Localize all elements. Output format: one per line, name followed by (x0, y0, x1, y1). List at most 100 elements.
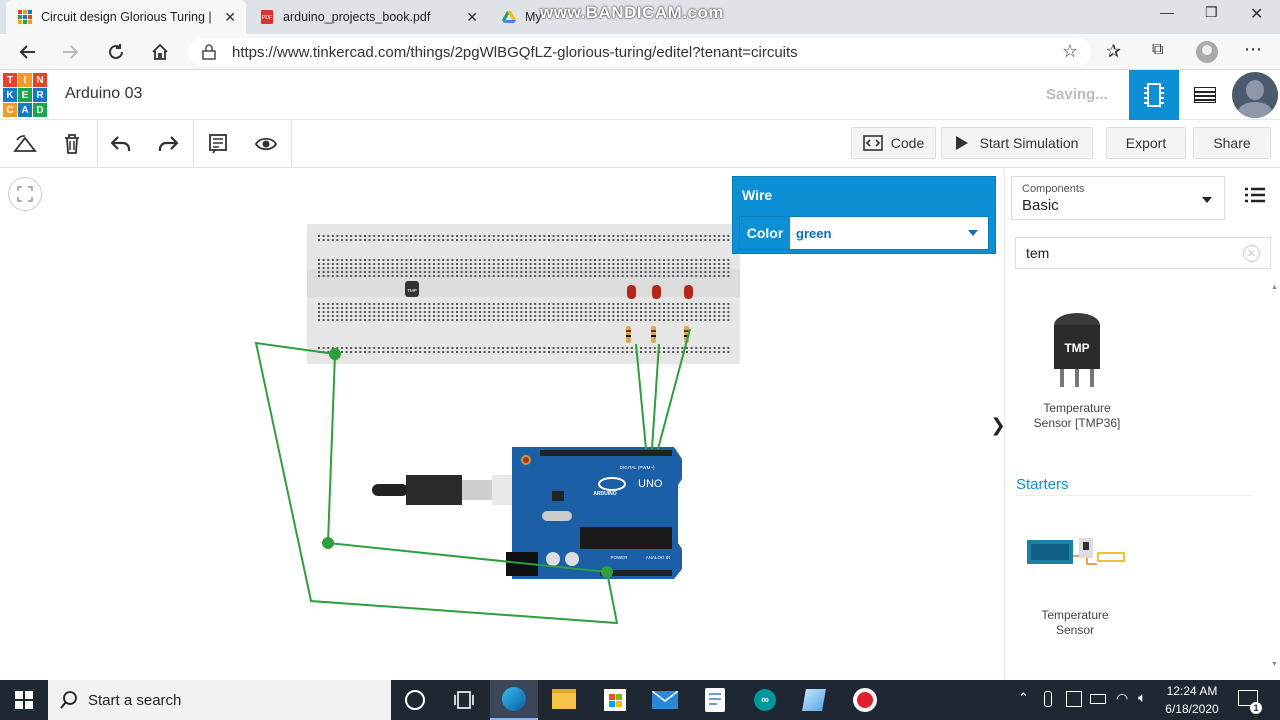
chevron-down-icon (1202, 197, 1212, 203)
wire-inspector-title: Wire (742, 187, 773, 203)
export-label: Export (1125, 135, 1167, 151)
resistor-1[interactable] (626, 326, 631, 343)
minimize-icon[interactable]: — (1160, 4, 1174, 20)
notes-icon[interactable] (205, 132, 231, 156)
notepad-icon[interactable] (705, 688, 725, 712)
tab-close-icon[interactable]: ✕ (224, 9, 236, 26)
profile-avatar[interactable] (1196, 41, 1218, 63)
more-icon[interactable]: ⋯ (1244, 39, 1262, 60)
tmp36-chip-label: TMP (1064, 341, 1090, 355)
visibility-icon[interactable] (253, 132, 279, 156)
user-avatar[interactable] (1232, 72, 1278, 118)
led-1[interactable] (627, 285, 636, 299)
wire-inspector-panel: Wire Color green (732, 176, 996, 254)
circuit-view-button[interactable] (1129, 70, 1179, 120)
logo-letter: D (33, 103, 47, 117)
wire-node[interactable] (329, 348, 341, 360)
components-caption: Components (1022, 183, 1085, 195)
lock-icon (202, 44, 216, 60)
tinkercad-logo[interactable]: T I N K E R C A D (3, 73, 47, 117)
logo-letter: T (3, 73, 17, 87)
start-simulation-label: Start Simulation (979, 135, 1079, 151)
browser-tab-tinkercad[interactable]: Circuit design Glorious Turing | T ✕ (6, 0, 246, 34)
edge-taskbar-item[interactable] (490, 680, 538, 720)
starters-title: Starters (1016, 476, 1069, 493)
color-select-value: green (796, 225, 832, 241)
component-tmp36[interactable]: TMP Temperature Sensor [TMP36] (1027, 307, 1127, 437)
starter-temperature-sensor[interactable]: Temperature Sensor (1025, 534, 1125, 637)
undo-icon[interactable] (108, 132, 134, 156)
tray-expand-icon[interactable]: ⌃ (1018, 690, 1029, 706)
resistor-2[interactable] (651, 326, 656, 343)
svg-text:PDF: PDF (262, 15, 272, 21)
project-title[interactable]: Arduino 03 (65, 85, 142, 103)
led-2[interactable] (652, 285, 661, 299)
panel-scrollbar[interactable]: ▲ ▼ (1271, 169, 1279, 680)
favorites-icon[interactable]: ✰ (1106, 41, 1121, 62)
forward-icon[interactable] (58, 40, 82, 64)
component-search-input[interactable]: tem ✕ (1015, 237, 1271, 269)
redo-icon[interactable] (155, 132, 181, 156)
board-brand-label: ARDUINO (593, 491, 616, 497)
tmp36-sensor-on-board[interactable]: TMP (405, 281, 419, 297)
clock-date[interactable]: 6/18/2020 (1158, 702, 1226, 716)
wire-node[interactable] (322, 537, 334, 549)
refresh-icon[interactable] (104, 40, 128, 64)
battery-icon[interactable] (1090, 694, 1106, 704)
color-select[interactable]: green (796, 217, 988, 249)
wire-node[interactable] (601, 566, 613, 578)
delete-icon[interactable] (59, 132, 85, 156)
clock-time[interactable]: 12:24 AM (1158, 684, 1226, 698)
window-close-icon[interactable]: ✕ (1250, 4, 1263, 24)
collections-icon[interactable]: ⧉ (1152, 41, 1163, 59)
schematic-view-button[interactable] (1182, 70, 1228, 120)
mail-icon[interactable] (651, 690, 679, 709)
start-button[interactable] (0, 680, 48, 720)
tab-title: Circuit design Glorious Turing | T (41, 10, 213, 24)
snip-tool-icon[interactable] (802, 689, 826, 711)
url-field[interactable]: https://www.tinkercad.com/things/2pgWlBG… (188, 38, 1090, 66)
browser-tab-pdf[interactable]: PDF arduino_projects_book.pdf ✕ (248, 0, 488, 34)
circuit-canvas[interactable]: TMP UNO ARDUINO DIGITAL (PWM~) POWER ANA… (0, 169, 1004, 680)
volume-icon[interactable]: 🔈︎ (1138, 689, 1146, 706)
store-icon[interactable] (604, 689, 626, 711)
cortana-icon[interactable] (405, 690, 425, 710)
rotate-icon[interactable] (12, 132, 38, 156)
task-view-icon[interactable] (454, 690, 474, 715)
restore-icon[interactable]: ❐ (1205, 4, 1218, 21)
address-bar: https://www.tinkercad.com/things/2pgWlBG… (0, 34, 1280, 70)
favorite-star-icon[interactable]: ☆ (1062, 41, 1078, 62)
list-view-toggle[interactable] (1245, 187, 1265, 208)
usb-cable[interactable] (372, 475, 532, 505)
export-button[interactable]: Export (1106, 127, 1186, 159)
home-icon[interactable] (148, 40, 172, 64)
breadboard[interactable] (307, 224, 740, 364)
usb-tray-icon[interactable] (1044, 691, 1052, 707)
taskbar-search[interactable]: Start a search (48, 680, 391, 720)
starter-label-2: Sensor (1055, 623, 1095, 637)
digital-header-label: DIGITAL (PWM~) (620, 465, 655, 470)
clear-search-icon[interactable]: ✕ (1243, 245, 1260, 262)
board-model-label: UNO (638, 478, 663, 490)
start-simulation-button[interactable]: Start Simulation (941, 127, 1093, 159)
file-explorer-icon[interactable] (552, 689, 576, 709)
bandicam-record-icon[interactable] (853, 688, 877, 712)
arduino-ide-icon[interactable]: ∞ (754, 689, 776, 711)
pdf-icon: PDF (261, 10, 273, 24)
tab-title: arduino_projects_book.pdf (283, 10, 431, 24)
code-button[interactable]: Code (851, 127, 936, 159)
led-3[interactable] (684, 285, 693, 299)
wifi-icon[interactable]: ◠ (1116, 690, 1128, 707)
tab-close-icon[interactable]: ✕ (466, 9, 478, 26)
browser-tab-bar: Circuit design Glorious Turing | T ✕ PDF… (0, 0, 1280, 34)
share-button[interactable]: Share (1193, 127, 1271, 159)
collapse-panel-icon[interactable]: ❯ (989, 405, 1007, 445)
arduino-uno-board[interactable]: UNO ARDUINO DIGITAL (PWM~) POWER ANALOG … (506, 447, 682, 579)
google-drive-icon (502, 11, 516, 23)
back-icon[interactable] (16, 40, 40, 64)
code-icon (862, 135, 883, 151)
security-tray-icon[interactable] (1066, 691, 1082, 707)
component-search-value: tem (1026, 245, 1050, 261)
search-icon (60, 691, 77, 709)
components-dropdown[interactable]: Components Basic (1011, 176, 1225, 220)
